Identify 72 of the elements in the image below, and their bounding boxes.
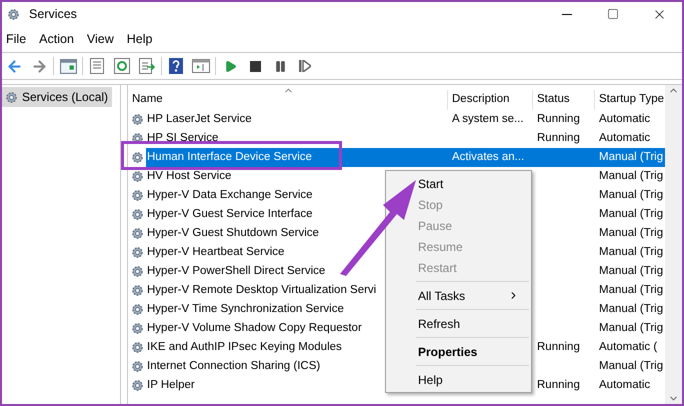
gear-icon	[130, 150, 145, 165]
maximize-icon	[607, 8, 619, 20]
scrollbar[interactable]	[665, 85, 682, 404]
table-cell: Running	[537, 132, 580, 144]
table-cell: Automatic (	[599, 341, 658, 353]
gear-icon	[130, 302, 145, 317]
table-cell: Manual (Trig	[599, 151, 664, 163]
table-cell[interactable]: Hyper-V Guest Service Interface	[147, 208, 313, 220]
table-cell: Manual (Trig	[599, 265, 664, 277]
table-cell[interactable]: Hyper-V Heartbeat Service	[147, 246, 284, 258]
gear-icon	[130, 169, 145, 184]
gear-icon	[4, 90, 19, 104]
export-list-icon[interactable]	[136, 55, 158, 77]
menu-item[interactable]: Properties	[386, 341, 531, 362]
gear-icon	[130, 359, 145, 374]
gear-icon	[130, 245, 145, 260]
table-cell[interactable]: Internet Connection Sharing (ICS)	[147, 360, 320, 372]
tree-item[interactable]: Services (Local)	[2, 87, 112, 107]
gear-icon	[130, 340, 145, 355]
table-cell: Manual (Trig	[599, 246, 664, 258]
column-header[interactable]: Description	[448, 90, 533, 110]
table-cell[interactable]: HP SI Service	[147, 132, 218, 144]
table-cell: Running	[537, 379, 580, 391]
table-cell[interactable]: Hyper-V Remote Desktop Virtualization Servi	[147, 284, 376, 296]
gear-icon	[130, 226, 145, 241]
column-header[interactable]: Startup Type	[595, 90, 665, 110]
table-cell[interactable]: HP LaserJet Service	[147, 113, 252, 125]
table-cell: Manual (Trig	[599, 303, 664, 315]
menu-item[interactable]: Action	[39, 30, 74, 48]
gear-icon	[130, 207, 145, 222]
table-cell: Automatic	[599, 379, 650, 391]
app-icon	[6, 6, 21, 22]
table-cell: A system se...	[452, 113, 524, 125]
table-cell[interactable]: Hyper-V Volume Shadow Copy Requestor	[147, 322, 362, 334]
window-title: Services	[29, 6, 77, 23]
table-cell[interactable]: Hyper-V Data Exchange Service	[147, 189, 313, 201]
table-cell: Running	[537, 113, 580, 125]
table-cell: Manual (Trig	[599, 227, 664, 239]
menu-item[interactable]: Refresh	[386, 313, 531, 334]
table-cell: Manual (Trig	[599, 284, 664, 296]
table-cell[interactable]: Human Interface Device Service	[147, 151, 312, 163]
menu-item[interactable]: Help	[126, 30, 152, 48]
table-cell[interactable]: IKE and AuthIP IPsec Keying Modules	[147, 341, 342, 353]
table-cell[interactable]: IP Helper	[147, 379, 195, 391]
table-cell: Manual (Trig	[599, 170, 664, 182]
table-cell: Manual (Trig	[599, 208, 664, 220]
gear-icon	[130, 378, 145, 393]
selected-row[interactable]: Human Interface Device Service Activates an... Manual (Trig	[146, 148, 665, 167]
table-cell[interactable]: HV Host Service	[147, 170, 232, 182]
refresh-icon[interactable]	[111, 55, 133, 77]
menu-item[interactable]: All Tasks	[386, 285, 531, 306]
table-cell: Manual (Trig	[599, 360, 664, 372]
table-cell: Manual (Trig	[599, 322, 664, 334]
table-cell[interactable]: Hyper-V Guest Shutdown Service	[147, 227, 319, 239]
table-cell[interactable]: Hyper-V Time Synchronization Service	[147, 303, 344, 315]
gear-icon	[130, 264, 145, 279]
gear-icon	[130, 112, 145, 127]
table-cell: Manual (Trig	[599, 189, 664, 201]
table-cell: Activates an...	[452, 151, 524, 163]
column-header[interactable]: Status	[533, 90, 595, 110]
table-cell: Automatic	[599, 113, 650, 125]
menu-item[interactable]: Help	[386, 369, 531, 390]
column-header[interactable]: Name	[128, 90, 448, 110]
table-cell[interactable]: Hyper-V PowerShell Direct Service	[147, 265, 326, 277]
gear-icon	[130, 283, 145, 298]
table-cell: Running	[537, 341, 580, 353]
menu-item[interactable]: Start	[386, 173, 531, 194]
gear-icon	[130, 188, 145, 203]
gear-icon	[130, 321, 145, 336]
menu-item[interactable]: File	[6, 30, 26, 48]
menu-item[interactable]: View	[86, 30, 114, 48]
table-cell: Automatic	[599, 132, 650, 144]
